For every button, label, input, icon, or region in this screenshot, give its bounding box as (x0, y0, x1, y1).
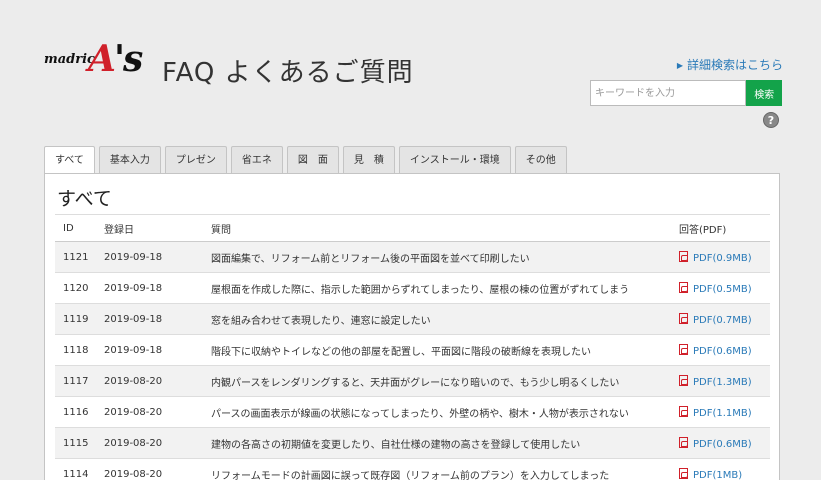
advanced-search-link[interactable]: ▶ 詳細検索はこちら (677, 56, 783, 73)
category-tabs: すべて 基本入力 プレゼン 省エネ 図 面 見 積 インストール・環境 その他 (44, 146, 571, 175)
tab-install-environment[interactable]: インストール・環境 (398, 146, 511, 174)
row-id: 1114 (63, 468, 89, 480)
madric-logo[interactable]: madric A's (44, 38, 144, 84)
tab-estimate[interactable]: 見 積 (342, 146, 395, 174)
table-header: ID 登録日 質問 回答(PDF) (55, 214, 770, 242)
table-row: 1121 2019-09-18 図面編集で、リフォーム前とリフォーム後の平面図を… (55, 242, 770, 273)
search-button[interactable]: 検索 (746, 80, 782, 106)
tab-energy-saving[interactable]: 省エネ (230, 146, 283, 174)
row-date: 2019-09-18 (104, 282, 163, 294)
pdf-icon (679, 312, 688, 324)
row-id: 1121 (63, 251, 89, 263)
triangle-right-icon: ▶ (676, 61, 683, 70)
table-row: 1115 2019-08-20 建物の各高さの初期値を変更したり、自社仕様の建物… (55, 428, 770, 459)
pdf-link-label: PDF(0.7MB) (693, 314, 752, 326)
row-question[interactable]: 内観パースをレンダリングすると、天井面がグレーになり暗いので、もう少し明るくした… (209, 374, 677, 389)
row-id: 1115 (63, 437, 89, 449)
row-pdf-link[interactable]: PDF(1MB) (677, 467, 770, 480)
row-pdf-link[interactable]: PDF(0.5MB) (677, 281, 770, 295)
header-question: 質問 (211, 224, 231, 236)
row-pdf-link[interactable]: PDF(0.7MB) (677, 312, 770, 326)
tab-other[interactable]: その他 (514, 146, 567, 174)
row-date: 2019-09-18 (104, 251, 163, 263)
row-question[interactable]: 階段下に収納やトイレなどの他の部屋を配置し、平面図に階段の破断線を表現したい (209, 343, 677, 358)
table-row: 1119 2019-09-18 窓を組み合わせて表現したり、連窓に設定したい P… (55, 304, 770, 335)
row-id: 1119 (63, 313, 89, 325)
pdf-icon (679, 467, 688, 479)
row-pdf-link[interactable]: PDF(0.9MB) (677, 250, 770, 264)
row-id: 1117 (63, 375, 89, 387)
table-row: 1117 2019-08-20 内観パースをレンダリングすると、天井面がグレーに… (55, 366, 770, 397)
row-id: 1116 (63, 406, 89, 418)
row-id: 1118 (63, 344, 89, 356)
table-row: 1116 2019-08-20 パースの画面表示が線画の状態になってしまったり、… (55, 397, 770, 428)
row-question[interactable]: リフォームモードの計画図に誤って既存図（リフォーム前のプラン）を入力してしまった (209, 467, 677, 480)
search-input[interactable] (590, 80, 747, 106)
advanced-search-label: 詳細検索はこちら (686, 58, 783, 72)
tab-drawings[interactable]: 図 面 (286, 146, 339, 174)
header-pdf: 回答(PDF) (679, 224, 727, 236)
header-date: 登録日 (104, 224, 134, 236)
table-row: 1120 2019-09-18 屋根面を作成した際に、指示した範囲からずれてしま… (55, 273, 770, 304)
faq-panel: すべて ID 登録日 質問 回答(PDF) 1121 2019-09-18 図面… (44, 173, 780, 480)
help-icon[interactable]: ? (763, 112, 779, 128)
row-question[interactable]: 建物の各高さの初期値を変更したり、自社仕様の建物の高さを登録して使用したい (209, 436, 677, 451)
pdf-link-label: PDF(1.3MB) (693, 376, 752, 388)
tab-all[interactable]: すべて (44, 146, 95, 175)
table-row: 1114 2019-08-20 リフォームモードの計画図に誤って既存図（リフォー… (55, 459, 770, 480)
pdf-icon (679, 405, 688, 417)
pdf-link-label: PDF(1.1MB) (693, 407, 752, 419)
row-date: 2019-08-20 (104, 375, 163, 387)
row-date: 2019-08-20 (104, 437, 163, 449)
pdf-link-label: PDF(1MB) (693, 469, 743, 480)
row-pdf-link[interactable]: PDF(1.1MB) (677, 405, 770, 419)
row-question[interactable]: 図面編集で、リフォーム前とリフォーム後の平面図を並べて印刷したい (209, 250, 677, 265)
row-pdf-link[interactable]: PDF(0.6MB) (677, 343, 770, 357)
row-pdf-link[interactable]: PDF(0.6MB) (677, 436, 770, 450)
row-date: 2019-09-18 (104, 344, 163, 356)
pdf-icon (679, 281, 688, 293)
row-date: 2019-08-20 (104, 468, 163, 480)
page-title: FAQ よくあるご質問 (162, 58, 414, 88)
row-question[interactable]: パースの画面表示が線画の状態になってしまったり、外壁の柄や、樹木・人物が表示され… (209, 405, 677, 420)
panel-title: すべて (57, 188, 112, 210)
logo-big-text: A's (88, 38, 143, 80)
pdf-icon (679, 343, 688, 355)
header-id: ID (63, 222, 74, 234)
pdf-icon (679, 436, 688, 448)
row-date: 2019-09-18 (104, 313, 163, 325)
pdf-link-label: PDF(0.9MB) (693, 252, 752, 264)
pdf-link-label: PDF(0.6MB) (693, 345, 752, 357)
faq-table: ID 登録日 質問 回答(PDF) 1121 2019-09-18 図面編集で、… (55, 214, 770, 480)
tab-basic-input[interactable]: 基本入力 (98, 146, 161, 174)
pdf-link-label: PDF(0.6MB) (693, 438, 752, 450)
row-question[interactable]: 屋根面を作成した際に、指示した範囲からずれてしまったり、屋根の棟の位置がずれてし… (209, 281, 677, 296)
search-box: 検索 (590, 80, 782, 106)
pdf-icon (679, 250, 688, 262)
pdf-link-label: PDF(0.5MB) (693, 283, 752, 295)
tab-presentation[interactable]: プレゼン (164, 146, 227, 174)
pdf-icon (679, 374, 688, 386)
row-date: 2019-08-20 (104, 406, 163, 418)
row-pdf-link[interactable]: PDF(1.3MB) (677, 374, 770, 388)
row-question[interactable]: 窓を組み合わせて表現したり、連窓に設定したい (209, 312, 677, 327)
table-row: 1118 2019-09-18 階段下に収納やトイレなどの他の部屋を配置し、平面… (55, 335, 770, 366)
row-id: 1120 (63, 282, 89, 294)
